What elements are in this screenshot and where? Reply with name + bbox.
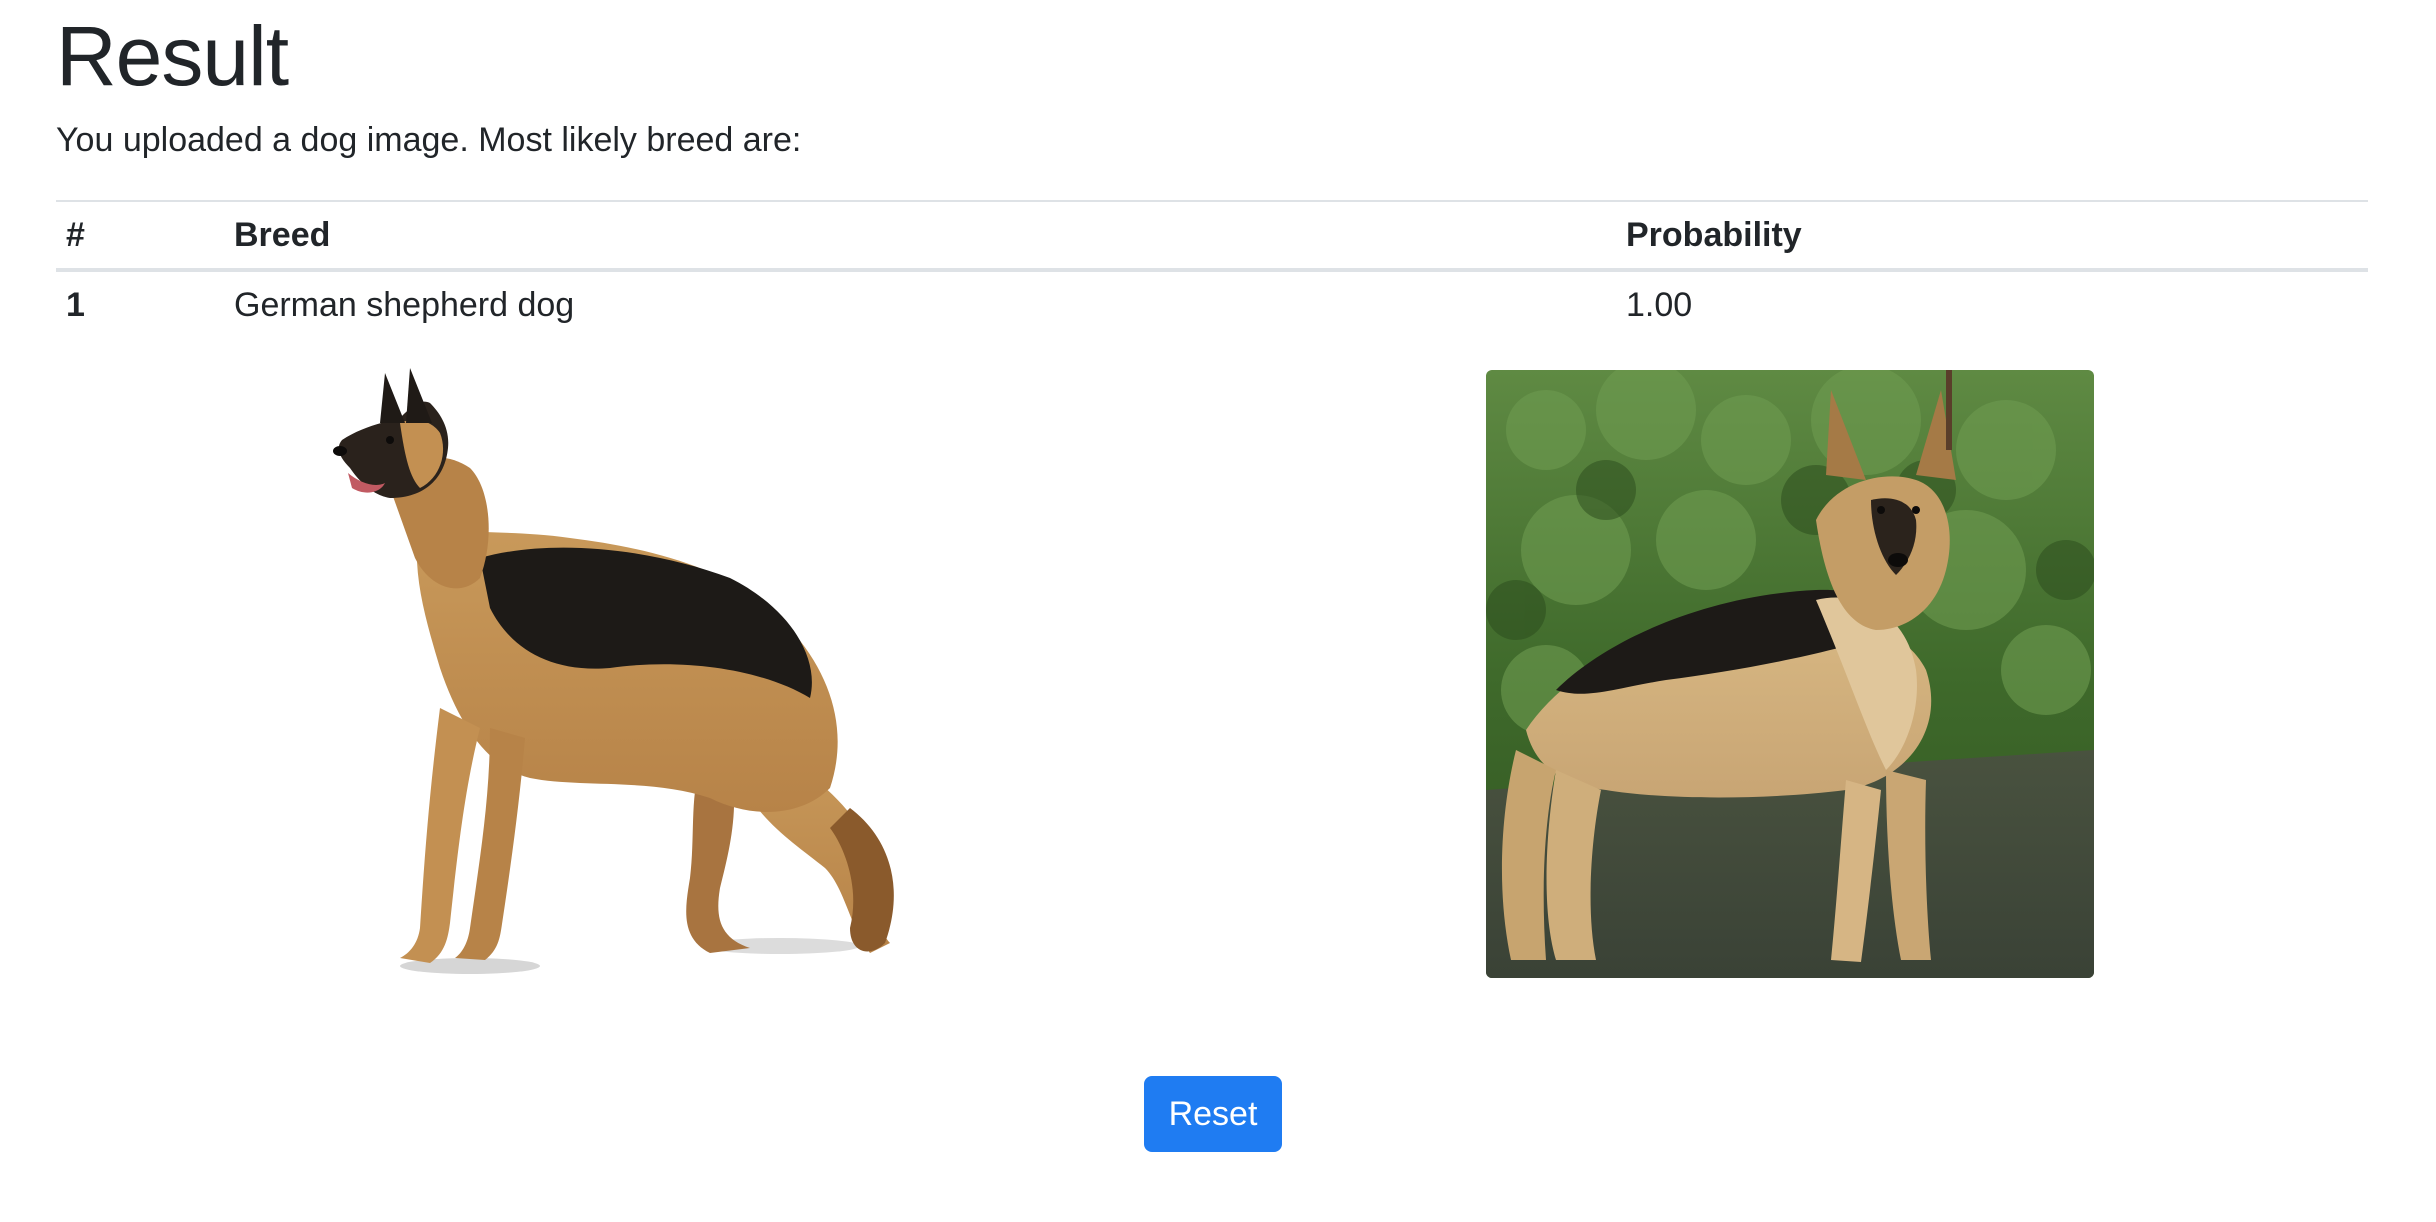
page-title: Result [56,9,289,103]
reset-button[interactable]: Reset [1144,1076,1282,1152]
column-header-probability: Probability [1626,215,1802,254]
column-header-rank: # [66,215,85,254]
row-breed: German shepherd dog [234,285,575,324]
breed-results-table: # Breed Probability 1 German shepherd do… [56,200,2368,338]
table-row: 1 German shepherd dog 1.00 [56,270,2368,338]
german-shepherd-reference-icon [333,368,894,974]
result-description: You uploaded a dog image. Most likely br… [56,121,802,159]
reference-breed-image [330,368,950,978]
result-page: Result You uploaded a dog image. Most li… [0,0,2436,1222]
row-rank: 1 [66,285,85,324]
column-header-breed: Breed [234,215,331,254]
uploaded-dog-photo-icon [1486,370,2094,978]
table-header-row: # Breed Probability [56,201,2368,270]
uploaded-dog-photo [1486,370,2094,978]
row-probability: 1.00 [1626,285,1693,324]
